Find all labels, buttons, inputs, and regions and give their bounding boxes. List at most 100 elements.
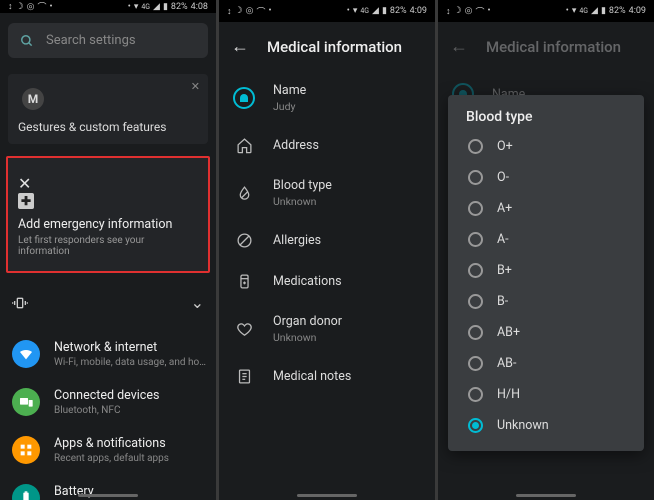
allergy-icon [233, 232, 255, 249]
radio-option-ab-[interactable]: AB+ [460, 317, 632, 348]
med-row-address[interactable]: Address [219, 125, 435, 166]
radio-label: B+ [497, 263, 512, 278]
clock: 4:08 [191, 2, 208, 12]
med-item-label: Medications [273, 274, 421, 289]
medical-info-screen: ↕☽◎⌒• •▾4G◢ ▮ 82% 4:09 ← Medical informa… [219, 0, 435, 500]
med-row-allergies[interactable]: Allergies [219, 220, 435, 261]
status-bar: ↕☽◎⌒• •▾4G◢ ▮ 82% 4:08 [0, 0, 216, 13]
radio-option-b-[interactable]: B+ [460, 255, 632, 286]
emergency-subtitle: Let first responders see your informatio… [18, 235, 198, 257]
battery-icon [12, 484, 40, 500]
nav-handle[interactable] [516, 494, 576, 497]
radio-label: B- [497, 294, 508, 309]
meds-icon [233, 273, 255, 290]
radio-icon [468, 139, 483, 154]
setting-subtitle: Bluetooth, NFC [54, 405, 208, 416]
emergency-info-card[interactable]: ✕ ✚ Add emergency information Let first … [6, 156, 210, 273]
chevron-down-icon[interactable]: ⌄ [191, 293, 204, 312]
setting-row-network-internet[interactable]: Network & internet Wi-Fi, mobile, data u… [0, 330, 216, 378]
back-icon[interactable]: ← [450, 36, 468, 57]
radio-option-ab-[interactable]: AB- [460, 348, 632, 379]
page-title: Medical information [486, 38, 621, 56]
gestures-card-title: Gestures & custom features [18, 120, 198, 134]
radio-icon [468, 418, 483, 433]
radio-label: AB- [497, 356, 516, 371]
radio-option-a-[interactable]: A- [460, 224, 632, 255]
med-row-medications[interactable]: Medications [219, 261, 435, 302]
med-item-label: Name [273, 83, 421, 98]
vibrate-icon [12, 295, 28, 311]
blood-type-dialog: Blood type O+ O- A+ A- B+ B- AB+ AB- H/H… [448, 95, 644, 451]
close-icon[interactable]: ✕ [18, 174, 31, 193]
med-row-organ-donor[interactable]: Organ donor Unknown [219, 302, 435, 356]
setting-row-apps-notifications[interactable]: Apps & notifications Recent apps, defaul… [0, 426, 216, 474]
heart-icon [233, 321, 255, 338]
battery-icon: ▮ [163, 2, 168, 12]
med-item-label: Address [273, 138, 421, 153]
appbar: ← Medical information [219, 22, 435, 71]
setting-title: Apps & notifications [54, 436, 208, 451]
radio-icon [468, 387, 483, 402]
wifi-icon [12, 340, 40, 368]
clock: 4:09 [629, 6, 646, 16]
radio-label: O+ [497, 139, 513, 154]
search-placeholder: Search settings [46, 33, 136, 48]
setting-title: Network & internet [54, 340, 208, 355]
back-icon[interactable]: ← [231, 36, 249, 57]
radio-icon [468, 294, 483, 309]
clock: 4:09 [410, 6, 427, 16]
close-icon[interactable]: ✕ [191, 80, 200, 93]
radio-label: Unknown [497, 418, 549, 433]
radio-label: O- [497, 170, 509, 185]
med-item-label: Organ donor [273, 314, 421, 329]
med-row-medical-notes[interactable]: Medical notes [219, 356, 435, 397]
apps-icon [12, 436, 40, 464]
radio-label: H/H [497, 387, 520, 402]
devices-icon [12, 388, 40, 416]
motorola-logo: M [22, 88, 44, 110]
battery-icon: ▮ [601, 6, 606, 16]
nav-handle[interactable] [78, 494, 138, 497]
radio-option-h-h[interactable]: H/H [460, 379, 632, 410]
person-icon [233, 87, 255, 109]
battery-percent: 82% [609, 6, 626, 16]
radio-option-o-[interactable]: O- [460, 162, 632, 193]
plus-icon: ✚ [18, 193, 34, 209]
setting-title: Connected devices [54, 388, 208, 403]
battery-percent: 82% [171, 2, 188, 12]
setting-subtitle: Wi-Fi, mobile, data usage, and hotspot [54, 357, 208, 368]
setting-row-connected-devices[interactable]: Connected devices Bluetooth, NFC [0, 378, 216, 426]
nav-handle[interactable] [297, 494, 357, 497]
radio-option-o-[interactable]: O+ [460, 131, 632, 162]
dialog-title: Blood type [460, 109, 632, 125]
page-title: Medical information [267, 38, 402, 56]
radio-icon [468, 325, 483, 340]
medical-info-list: Name Judy Address Blood type Unknown All… [219, 71, 435, 397]
radio-icon [468, 170, 483, 185]
radio-icon [468, 201, 483, 216]
blood-type-dialog-screen: ↕☽◎⌒• •▾4G◢ ▮ 82% 4:09 ← Medical informa… [438, 0, 654, 500]
search-settings[interactable]: Search settings [8, 23, 208, 58]
appbar: ← Medical information [438, 22, 654, 71]
settings-home-screen: ↕☽◎⌒• •▾4G◢ ▮ 82% 4:08 Search settings ✕… [0, 0, 216, 500]
notes-icon [233, 368, 255, 385]
setting-subtitle: Recent apps, default apps [54, 453, 208, 464]
battery-icon: ▮ [382, 6, 387, 16]
status-bar: ↕☽◎⌒• •▾4G◢ ▮ 82% 4:09 [219, 0, 435, 22]
med-item-value: Judy [273, 100, 421, 113]
radio-label: A+ [497, 201, 512, 216]
med-item-value: Unknown [273, 331, 421, 344]
radio-label: AB+ [497, 325, 520, 340]
med-item-value: Unknown [273, 195, 421, 208]
search-icon [20, 34, 34, 48]
blood-icon [233, 185, 255, 202]
radio-option-unknown[interactable]: Unknown [460, 410, 632, 441]
radio-option-a-[interactable]: A+ [460, 193, 632, 224]
radio-option-b-[interactable]: B- [460, 286, 632, 317]
radio-icon [468, 356, 483, 371]
med-item-label: Allergies [273, 233, 421, 248]
sound-mode-row[interactable]: ⌄ [8, 287, 208, 318]
gestures-card[interactable]: ✕ M Gestures & custom features [8, 74, 208, 144]
med-row-name[interactable]: Name Judy [219, 71, 435, 125]
med-row-blood-type[interactable]: Blood type Unknown [219, 166, 435, 220]
